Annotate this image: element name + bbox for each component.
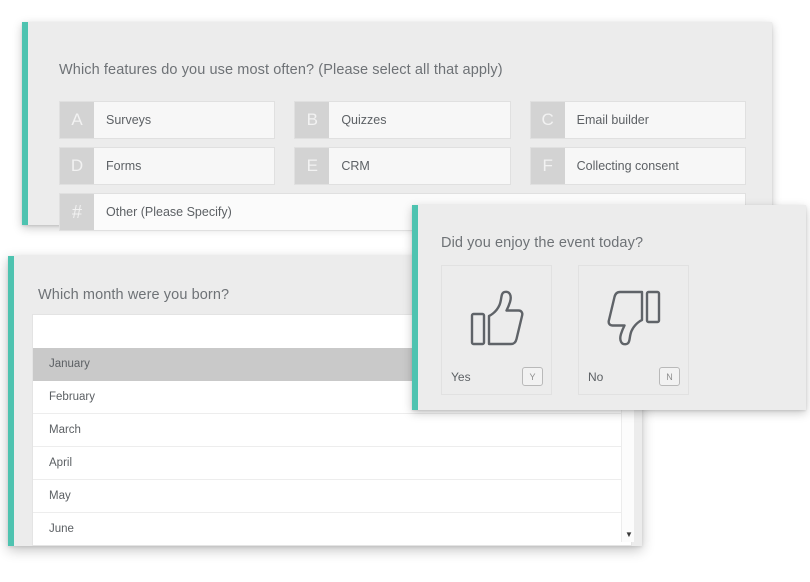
card-accent-bar: [412, 205, 418, 410]
option-key-badge: A: [60, 102, 94, 138]
option-f[interactable]: F Collecting consent: [530, 147, 746, 185]
option-a[interactable]: A Surveys: [59, 101, 275, 139]
choice-keycap-yes: Y: [522, 367, 543, 386]
option-label: CRM: [329, 148, 369, 184]
scroll-down-arrow-icon[interactable]: ▼: [622, 529, 636, 541]
option-b[interactable]: B Quizzes: [294, 101, 510, 139]
option-label: Forms: [94, 148, 141, 184]
option-key-badge: E: [295, 148, 329, 184]
choice-footer: No N: [588, 367, 680, 386]
option-c[interactable]: C Email builder: [530, 101, 746, 139]
features-question-card: Which features do you use most often? (P…: [22, 22, 772, 225]
enjoy-question-card: Did you enjoy the event today? Yes Y: [412, 205, 806, 410]
choice-tile-yes[interactable]: Yes Y: [441, 265, 552, 395]
choice-footer: Yes Y: [451, 367, 543, 386]
option-key-badge: B: [295, 102, 329, 138]
option-row: D Forms E CRM F Collecting consent: [59, 147, 746, 185]
choice-label-no: No: [588, 370, 603, 384]
thumbs-up-icon: [442, 288, 551, 350]
option-e[interactable]: E CRM: [294, 147, 510, 185]
enjoy-question-title: Did you enjoy the event today?: [441, 235, 643, 251]
screen: Which features do you use most often? (P…: [0, 0, 810, 582]
option-key-badge: #: [60, 194, 94, 230]
choice-tile-no[interactable]: No N: [578, 265, 689, 395]
thumbs-down-icon: [579, 288, 688, 350]
month-question-title: Which month were you born?: [38, 287, 229, 303]
option-label: Other (Please Specify): [94, 194, 232, 230]
option-label: Email builder: [565, 102, 649, 138]
month-option-april[interactable]: April: [33, 447, 631, 480]
option-key-badge: F: [531, 148, 565, 184]
features-question-title: Which features do you use most often? (P…: [59, 62, 503, 78]
month-option-june[interactable]: June: [33, 513, 631, 546]
option-d[interactable]: D Forms: [59, 147, 275, 185]
month-option-may[interactable]: May: [33, 480, 631, 513]
enjoy-choice-tiles: Yes Y No N: [441, 265, 689, 395]
option-key-badge: D: [60, 148, 94, 184]
option-label: Surveys: [94, 102, 151, 138]
option-key-badge: C: [531, 102, 565, 138]
option-label: Quizzes: [329, 102, 386, 138]
card-accent-bar: [8, 256, 14, 546]
option-row: A Surveys B Quizzes C Email builder: [59, 101, 746, 139]
month-option-march[interactable]: March: [33, 414, 631, 447]
choice-keycap-no: N: [659, 367, 680, 386]
choice-label-yes: Yes: [451, 370, 471, 384]
option-label: Collecting consent: [565, 148, 679, 184]
